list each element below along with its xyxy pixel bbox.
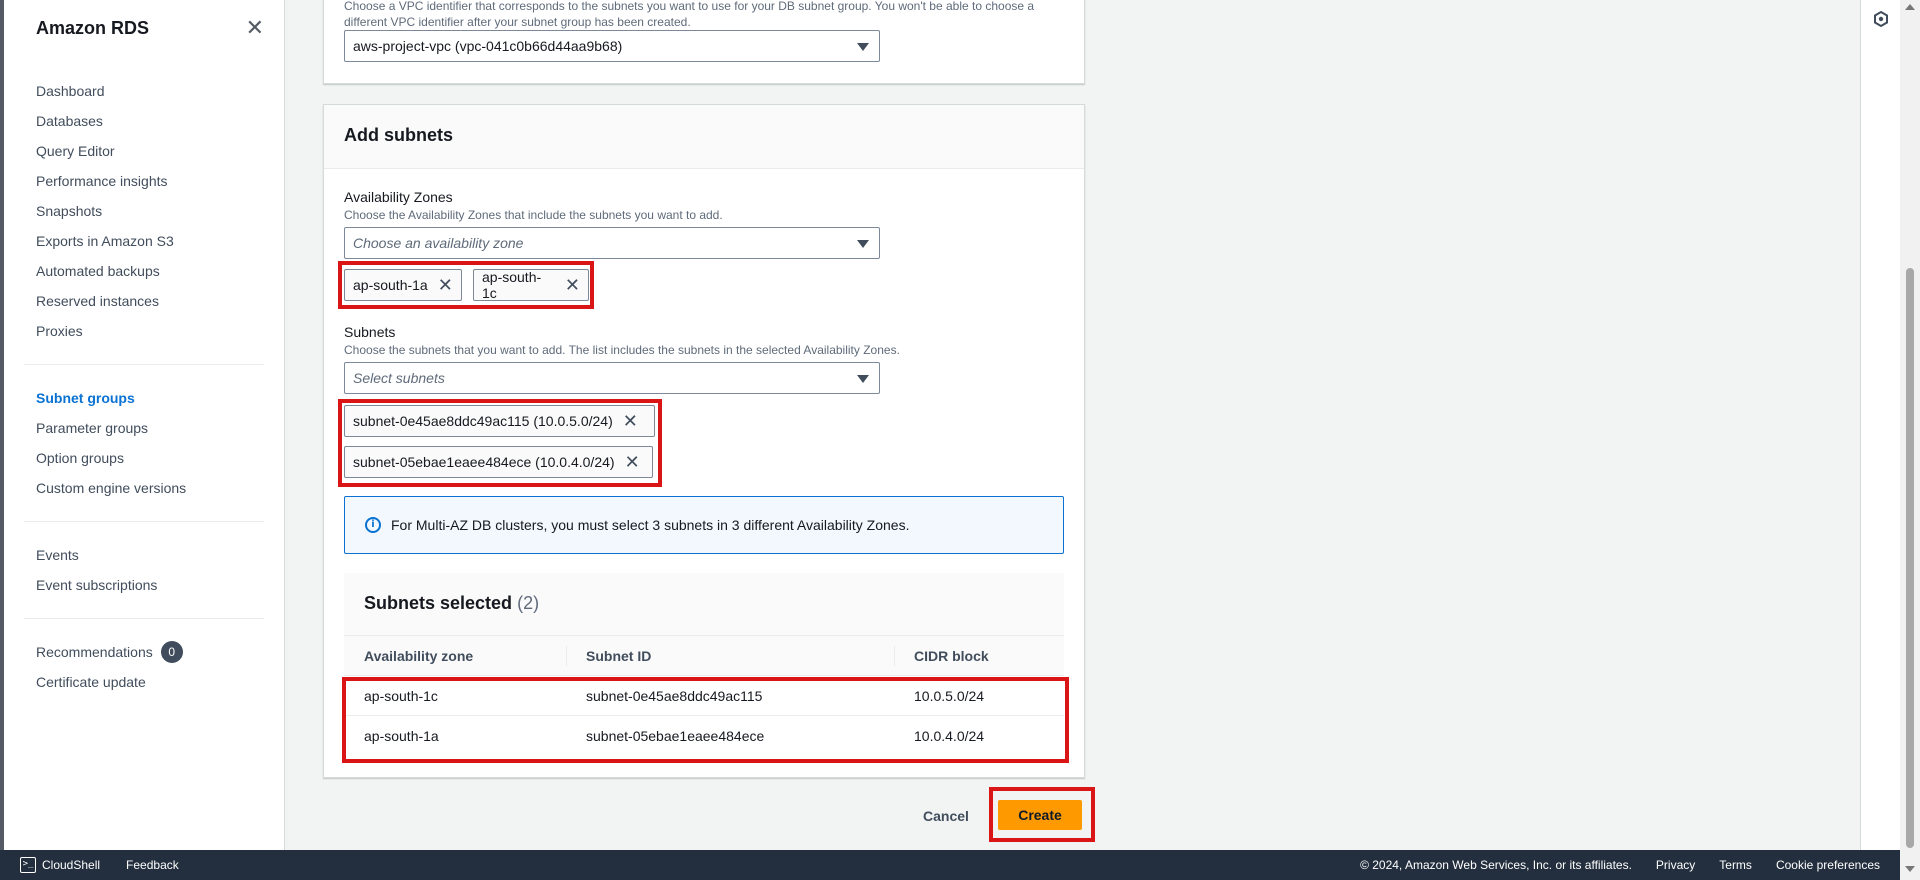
table-header-row: Availability zone Subnet ID CIDR block bbox=[344, 635, 1064, 676]
tools-rail bbox=[1860, 0, 1900, 850]
az-description: Choose the Availability Zones that inclu… bbox=[344, 208, 723, 222]
highlight-box bbox=[342, 677, 1069, 763]
caret-down-icon bbox=[857, 43, 869, 51]
subnets-description: Choose the subnets that you want to add.… bbox=[344, 343, 900, 357]
subnets-selected-header: Subnets selected (2) bbox=[344, 573, 1064, 635]
cookie-preferences-link[interactable]: Cookie preferences bbox=[1776, 858, 1880, 872]
vpc-select-value: aws-project-vpc (vpc-041c0b66d44aa9b68) bbox=[353, 38, 623, 54]
az-select-placeholder: Choose an availability zone bbox=[353, 235, 524, 251]
remove-icon[interactable]: ✕ bbox=[623, 412, 638, 430]
sidebar-item-dashboard[interactable]: Dashboard bbox=[36, 76, 284, 106]
caret-down-icon bbox=[857, 240, 869, 248]
subnet-token: subnet-05ebae1eaee484ece (10.0.4.0/24) ✕ bbox=[344, 446, 653, 478]
recommendations-label: Recommendations bbox=[36, 644, 153, 660]
vpc-select[interactable]: aws-project-vpc (vpc-041c0b66d44aa9b68) bbox=[344, 30, 880, 62]
copyright-text: © 2024, Amazon Web Services, Inc. or its… bbox=[1360, 858, 1632, 872]
sidebar-item-proxies[interactable]: Proxies bbox=[36, 316, 284, 346]
sidebar-item-exports-s3[interactable]: Exports in Amazon S3 bbox=[36, 226, 284, 256]
sidebar-header: Amazon RDS ✕ bbox=[4, 0, 284, 56]
add-subnets-title: Add subnets bbox=[324, 105, 1084, 169]
az-select[interactable]: Choose an availability zone bbox=[344, 227, 880, 259]
sidebar-group-events: Events Event subscriptions bbox=[4, 540, 284, 600]
sidebar-item-option-groups[interactable]: Option groups bbox=[36, 443, 284, 473]
sidebar-item-reserved-instances[interactable]: Reserved instances bbox=[36, 286, 284, 316]
feedback-link[interactable]: Feedback bbox=[126, 858, 179, 872]
column-header-cidr-block: CIDR block bbox=[894, 635, 1064, 676]
settings-hexagon-icon[interactable] bbox=[1872, 10, 1890, 28]
sidebar-item-events[interactable]: Events bbox=[36, 540, 284, 570]
subnet-token-label: subnet-0e45ae8ddc49ac115 (10.0.5.0/24) bbox=[353, 413, 613, 429]
cancel-button[interactable]: Cancel bbox=[912, 800, 980, 832]
subnets-selected-title: Subnets selected bbox=[364, 593, 513, 613]
sidebar-item-databases[interactable]: Databases bbox=[36, 106, 284, 136]
console-footer: >_ CloudShell Feedback © 2024, Amazon We… bbox=[0, 850, 1900, 880]
scroll-down-arrow-icon[interactable] bbox=[1905, 866, 1915, 872]
cloudshell-link[interactable]: CloudShell bbox=[42, 858, 100, 872]
az-token-label: ap-south-1c bbox=[482, 269, 542, 301]
sidebar-group-main: Dashboard Databases Query Editor Perform… bbox=[4, 76, 284, 346]
sidebar-group-config: Subnet groups Parameter groups Option gr… bbox=[4, 383, 284, 503]
add-subnets-section: Add subnets Availability Zones Choose th… bbox=[323, 104, 1085, 778]
sidebar-title: Amazon RDS bbox=[36, 17, 150, 38]
terms-link[interactable]: Terms bbox=[1719, 858, 1752, 872]
recommendations-count-badge: 0 bbox=[160, 641, 183, 663]
sidebar-item-certificate-update[interactable]: Certificate update bbox=[36, 667, 284, 697]
sidebar-item-event-subscriptions[interactable]: Event subscriptions bbox=[36, 570, 284, 600]
vpc-section: Choose a VPC identifier that corresponds… bbox=[323, 0, 1085, 84]
sidebar-item-subnet-groups[interactable]: Subnet groups bbox=[36, 383, 284, 413]
sidebar-item-query-editor[interactable]: Query Editor bbox=[36, 136, 284, 166]
sidebar-divider bbox=[24, 521, 264, 522]
subnets-label: Subnets bbox=[344, 324, 396, 340]
sidebar-item-performance-insights[interactable]: Performance insights bbox=[36, 166, 284, 196]
subnet-token: subnet-0e45ae8ddc49ac115 (10.0.5.0/24) ✕ bbox=[344, 405, 655, 437]
remove-icon[interactable]: ✕ bbox=[565, 276, 580, 294]
sidebar-item-custom-engine-versions[interactable]: Custom engine versions bbox=[36, 473, 284, 503]
side-navigation: Amazon RDS ✕ Dashboard Databases Query E… bbox=[0, 0, 285, 850]
scroll-up-arrow-icon[interactable] bbox=[1905, 4, 1915, 10]
caret-down-icon bbox=[857, 375, 869, 383]
az-label: Availability Zones bbox=[344, 189, 453, 205]
sidebar-group-misc: Recommendations 0 Certificate update bbox=[4, 637, 284, 697]
sidebar-divider bbox=[24, 618, 264, 619]
remove-icon[interactable]: ✕ bbox=[625, 453, 640, 471]
scrollbar-thumb[interactable] bbox=[1906, 268, 1914, 848]
privacy-link[interactable]: Privacy bbox=[1656, 858, 1695, 872]
sidebar-item-automated-backups[interactable]: Automated backups bbox=[36, 256, 284, 286]
sidebar-item-parameter-groups[interactable]: Parameter groups bbox=[36, 413, 284, 443]
subnets-selected-count: (2) bbox=[517, 593, 540, 613]
column-header-availability-zone: Availability zone bbox=[344, 635, 566, 676]
sidebar-divider bbox=[24, 364, 264, 365]
az-token: ap-south-1a ✕ bbox=[344, 269, 462, 301]
sidebar-item-recommendations[interactable]: Recommendations 0 bbox=[36, 637, 284, 667]
info-icon: i bbox=[365, 517, 381, 533]
page-scrollbar[interactable] bbox=[1900, 0, 1920, 880]
subnets-select[interactable]: Select subnets bbox=[344, 362, 880, 394]
alert-text: For Multi-AZ DB clusters, you must selec… bbox=[391, 517, 910, 533]
remove-icon[interactable]: ✕ bbox=[438, 276, 453, 294]
sidebar-item-snapshots[interactable]: Snapshots bbox=[36, 196, 284, 226]
subnet-token-label: subnet-05ebae1eaee484ece (10.0.4.0/24) bbox=[353, 454, 615, 470]
multi-az-info-alert: i For Multi-AZ DB clusters, you must sel… bbox=[344, 496, 1064, 554]
close-icon[interactable]: ✕ bbox=[246, 17, 264, 39]
vpc-description: Choose a VPC identifier that corresponds… bbox=[344, 0, 1035, 29]
cloudshell-icon[interactable]: >_ bbox=[20, 857, 36, 873]
az-token-label: ap-south-1a bbox=[353, 277, 428, 293]
column-header-subnet-id: Subnet ID bbox=[566, 635, 894, 676]
az-token: ap-south-1c ✕ bbox=[473, 269, 589, 301]
subnets-select-placeholder: Select subnets bbox=[353, 370, 445, 386]
create-button[interactable]: Create bbox=[998, 800, 1082, 830]
